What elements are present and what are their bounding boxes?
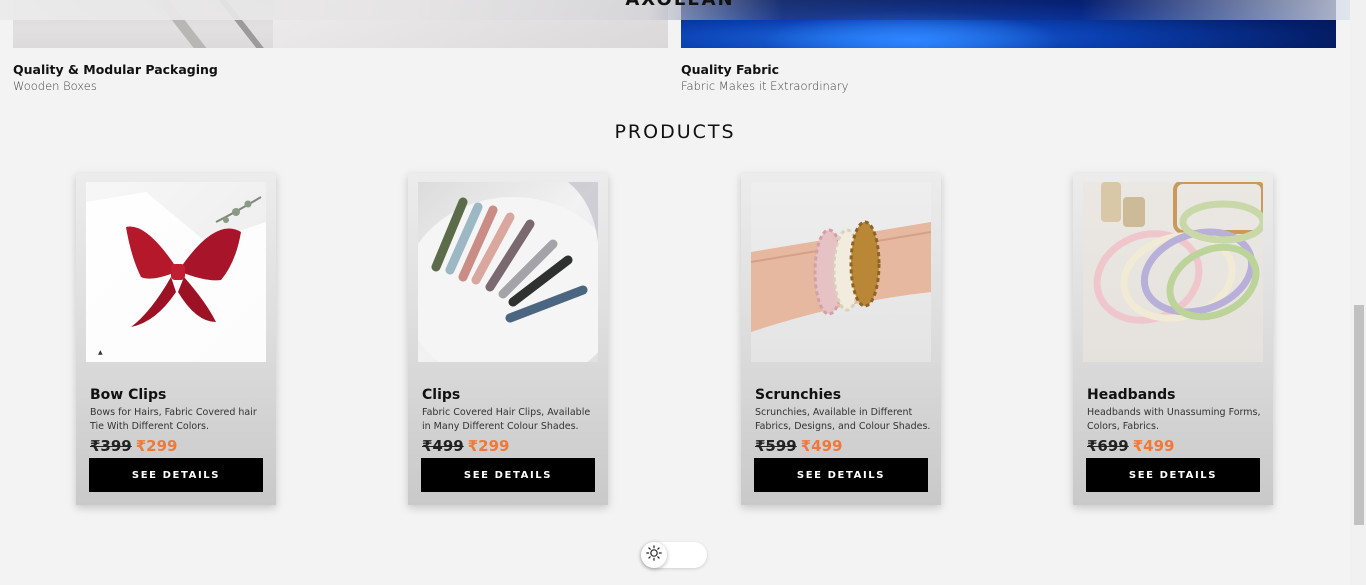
svg-text:▲: ▲ [98, 349, 103, 356]
sun-icon [646, 545, 662, 565]
product-image[interactable]: ▲ [86, 182, 266, 362]
product-prices: ₹699 ₹499 [1087, 437, 1175, 455]
section-title: PRODUCTS [614, 121, 736, 143]
product-card-scrunchies: Scrunchies Scrunchies, Available in Diff… [741, 173, 941, 505]
feature-packaging: Quality & Modular Packaging Wooden Boxes [13, 62, 218, 93]
product-image[interactable] [751, 182, 931, 362]
feature-fabric: Quality Fabric Fabric Makes it Extraordi… [681, 62, 848, 93]
product-image[interactable] [1083, 182, 1263, 362]
feature-title: Quality & Modular Packaging [13, 62, 218, 77]
product-prices: ₹399 ₹299 [90, 437, 178, 455]
product-description: Headbands with Unassuming Forms, Colors,… [1087, 407, 1261, 432]
old-price: ₹499 [422, 437, 464, 455]
product-prices: ₹599 ₹499 [755, 437, 843, 455]
product-name[interactable]: Scrunchies [755, 387, 841, 403]
product-name[interactable]: Headbands [1087, 387, 1175, 403]
product-description: Fabric Covered Hair Clips, Available in … [422, 407, 591, 432]
sale-price: ₹299 [467, 437, 510, 455]
product-description: Scrunchies, Available in Different Fabri… [755, 407, 931, 432]
product-description: Bows for Hairs, Fabric Covered hair Tie … [90, 407, 257, 432]
old-price: ₹599 [755, 437, 797, 455]
see-details-button[interactable]: SEE DETAILS [754, 458, 928, 492]
product-card-headbands: Headbands Headbands with Unassuming Form… [1073, 173, 1273, 505]
feature-title: Quality Fabric [681, 62, 780, 77]
see-details-button[interactable]: SEE DETAILS [89, 458, 263, 492]
product-card-bow-clips: ▲ Bow Clips Bows for Hairs, Fabric Cover… [76, 173, 276, 505]
page-scrollbar[interactable] [1350, 0, 1366, 585]
old-price: ₹399 [90, 437, 132, 455]
sale-price: ₹299 [135, 437, 178, 455]
scrollbar-thumb[interactable] [1354, 305, 1364, 525]
toggle-knob[interactable] [641, 542, 667, 568]
feature-subtitle: Wooden Boxes [13, 79, 97, 93]
product-card-clips: Clips Fabric Covered Hair Clips, Availab… [408, 173, 608, 505]
see-details-button[interactable]: SEE DETAILS [421, 458, 595, 492]
sale-price: ₹499 [1132, 437, 1175, 455]
see-details-button[interactable]: SEE DETAILS [1086, 458, 1260, 492]
brand-logo: AXOLEAN [600, 0, 760, 10]
product-name[interactable]: Bow Clips [90, 387, 166, 403]
product-image[interactable] [418, 182, 598, 362]
feature-subtitle: Fabric Makes it Extraordinary [681, 79, 849, 93]
theme-toggle[interactable] [641, 542, 707, 568]
old-price: ₹699 [1087, 437, 1129, 455]
product-name[interactable]: Clips [422, 387, 460, 403]
product-prices: ₹499 ₹299 [422, 437, 510, 455]
sale-price: ₹499 [800, 437, 843, 455]
